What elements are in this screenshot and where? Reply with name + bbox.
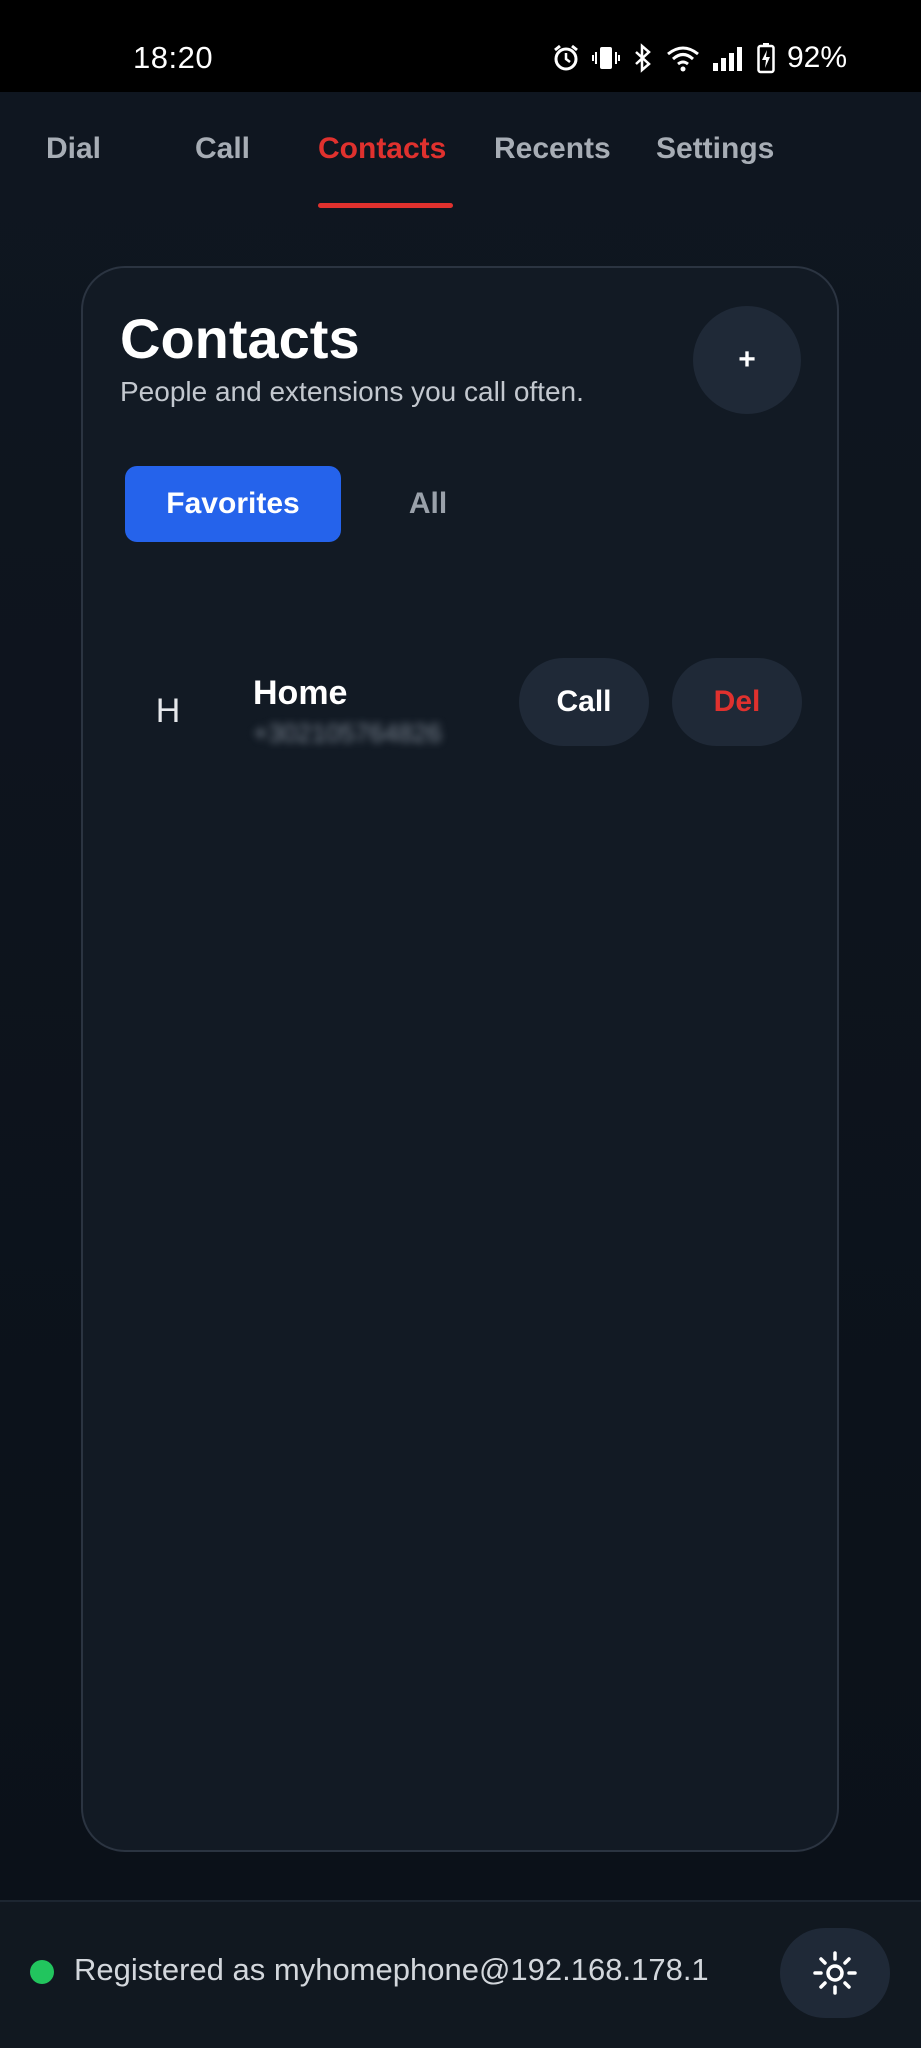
sun-icon [813, 1951, 857, 1995]
signal-icon [712, 47, 742, 71]
contact-number: +302105764826 [253, 718, 442, 748]
tab-dial[interactable]: Dial [46, 132, 101, 166]
page-subtitle: People and extensions you call often. [120, 376, 584, 407]
call-button[interactable]: Call [519, 658, 649, 746]
segment-favorites[interactable]: Favorites [125, 466, 341, 542]
avatar: H [155, 692, 181, 730]
registration-footer: Registered as myhomephone@192.168.178.1 [0, 1900, 921, 2048]
segment-all[interactable]: All [373, 466, 483, 542]
list-item: H Home +302105764826 Call Del [83, 658, 841, 758]
contacts-card: Contacts People and extensions you call … [81, 266, 839, 1852]
status-icons: 92% [551, 38, 847, 78]
registration-status: Registered as myhomephone@192.168.178.1 [74, 1952, 709, 1987]
delete-button[interactable]: Del [672, 658, 802, 746]
battery-charging-icon [757, 43, 775, 74]
add-contact-button[interactable]: + [693, 306, 801, 414]
theme-toggle-button[interactable] [780, 1928, 890, 2018]
battery-percentage: 92% [786, 41, 847, 74]
tab-settings[interactable]: Settings [656, 132, 774, 166]
active-tab-indicator [318, 203, 453, 208]
tab-recents[interactable]: Recents [494, 132, 611, 166]
wifi-icon [667, 46, 699, 72]
vibrate-icon [591, 47, 620, 69]
contact-name: Home [253, 674, 348, 712]
status-dot [30, 1960, 54, 1984]
tab-contacts[interactable]: Contacts [318, 132, 446, 166]
top-tab-bar: Dial Call Contacts Recents Settings [0, 92, 921, 212]
status-time: 18:20 [133, 40, 214, 75]
status-bar: 18:20 92% [0, 0, 921, 92]
alarm-icon [554, 44, 578, 71]
tab-call[interactable]: Call [195, 132, 250, 166]
bluetooth-icon [635, 43, 651, 73]
page-title: Contacts [120, 307, 360, 370]
